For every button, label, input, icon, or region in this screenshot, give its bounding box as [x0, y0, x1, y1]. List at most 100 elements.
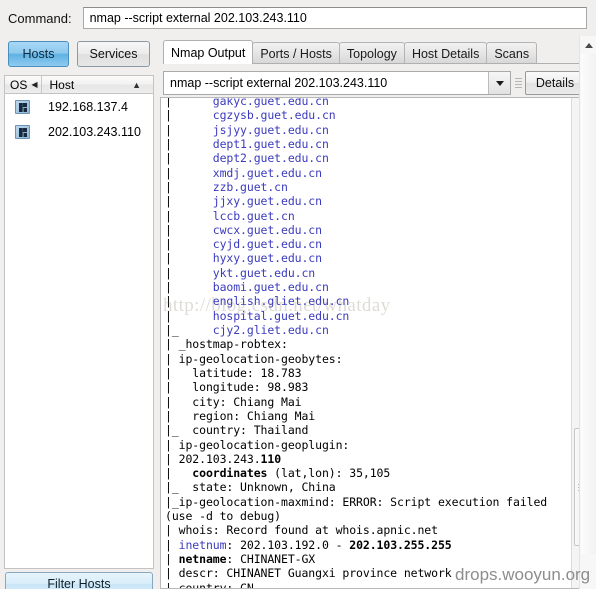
- console-segment: |: [165, 466, 193, 481]
- console-segment: | whois: Record found at whois.apnic.net: [165, 523, 438, 538]
- console-line: | dept2.guet.edu.cn: [165, 151, 574, 165]
- console-segment: netname: [178, 552, 227, 566]
- console-segment: |: [165, 108, 213, 123]
- console-line: | country: CN: [165, 580, 574, 589]
- column-header-host[interactable]: Host: [42, 78, 133, 92]
- console-segment: 110: [260, 451, 282, 466]
- console-segment: |: [165, 280, 213, 295]
- console-segment: | city: Chiang Mai: [165, 394, 302, 409]
- console-segment: xmdj.guet.edu.cn: [212, 165, 322, 180]
- console-segment: (use -d to debug): [165, 509, 282, 524]
- console-line: | gakyc.guet.edu.cn: [165, 98, 574, 108]
- command-label: Command:: [8, 10, 72, 26]
- console-segment: | ip-geolocation-geobytes:: [165, 351, 343, 366]
- console-line: | ip-geolocation-geoplugin:: [165, 438, 574, 452]
- console-segment: |_ country: Thailand: [165, 423, 309, 438]
- nmap-output-console[interactable]: | gakyc.guet.edu.cn | cgzysb.guet.edu.cn |…: [160, 97, 591, 589]
- filter-hosts-button[interactable]: Filter Hosts: [5, 572, 153, 589]
- console-segment: cwcx.guet.edu.cn: [212, 222, 322, 237]
- column-header-os[interactable]: OS: [5, 78, 27, 92]
- tab-ports-hosts[interactable]: Ports / Hosts: [252, 42, 340, 64]
- console-line: | latitude: 18.783: [165, 366, 574, 380]
- console-line: | jjxy.guet.edu.cn: [165, 194, 574, 208]
- console-line: | hospital.guet.edu.cn: [165, 309, 574, 323]
- tab-nmap-output[interactable]: Nmap Output: [163, 40, 254, 64]
- console-segment: |: [165, 294, 213, 309]
- console-line: | ykt.guet.edu.cn: [165, 266, 574, 280]
- console-segment: (lat,lon): 35,105: [267, 466, 391, 481]
- console-segment: jjxy.guet.edu.cn: [212, 194, 322, 209]
- console-segment: |: [165, 251, 213, 266]
- console-segment: english.gliet.edu.cn: [212, 294, 350, 309]
- console-line: | inetnum: 202.103.192.0 - 202.103.255.2…: [165, 538, 574, 552]
- host-list-item[interactable]: 202.103.243.110: [5, 119, 153, 144]
- tab-host-details[interactable]: Host Details: [403, 42, 488, 64]
- console-line: |_ state: Unknown, China: [165, 480, 574, 494]
- results-tab-strip: Nmap Output Ports / Hosts Topology Host Det…: [163, 40, 538, 64]
- console-line: | english.gliet.edu.cn: [165, 294, 574, 308]
- console-segment: inetnum: [178, 537, 227, 552]
- host-list-item[interactable]: 192.168.137.4: [5, 94, 153, 119]
- console-segment: |: [165, 537, 179, 552]
- console-segment: | latitude: 18.783: [165, 365, 302, 380]
- tab-topology[interactable]: Topology: [338, 42, 405, 64]
- console-text: | gakyc.guet.edu.cn | cgzysb.guet.edu.cn |…: [161, 98, 574, 589]
- console-line: | jsjyy.guet.edu.cn: [165, 123, 574, 137]
- chevron-down-icon[interactable]: [488, 72, 510, 94]
- console-segment: |_ip-geolocation-maxmind: ERROR: Script …: [165, 494, 548, 509]
- console-segment: jsjyy.guet.edu.cn: [212, 122, 329, 137]
- console-line: | cyjd.guet.edu.cn: [165, 237, 574, 251]
- hosts-panel: Hosts Services OS ◀ Host ▲ 192.168.137.4…: [0, 36, 158, 589]
- console-segment: cjy2.gliet.edu.cn: [212, 323, 329, 337]
- scan-command-value: nmap --script external 202.103.243.110: [170, 76, 388, 90]
- console-segment: hyxy.guet.edu.cn: [212, 251, 322, 266]
- scan-selector-row: nmap --script external 202.103.243.110 D…: [163, 70, 591, 96]
- console-segment: | ip-geolocation-geoplugin:: [165, 437, 350, 452]
- console-line: (use -d to debug): [165, 509, 574, 523]
- console-segment: dept1.guet.edu.cn: [212, 136, 329, 151]
- grip-icon[interactable]: [511, 71, 525, 95]
- hosts-tab-button[interactable]: Hosts: [8, 41, 69, 67]
- tab-scans[interactable]: Scans: [486, 42, 538, 64]
- console-segment: |: [165, 222, 213, 237]
- console-line: | cwcx.guet.edu.cn: [165, 223, 574, 237]
- scroll-up-arrow-icon[interactable]: [580, 38, 596, 52]
- console-line: | ip-geolocation-geobytes:: [165, 352, 574, 366]
- console-segment: coordinates: [192, 466, 268, 481]
- windows-icon: [15, 99, 30, 114]
- services-tab-button[interactable]: Services: [77, 41, 150, 67]
- host-list[interactable]: 192.168.137.4 202.103.243.110: [4, 94, 154, 569]
- console-line: | netname: CHINANET-GX: [165, 552, 574, 566]
- console-line: | xmdj.guet.edu.cn: [165, 166, 574, 180]
- console-line: | lccb.guet.cn: [165, 209, 574, 223]
- scan-command-combobox[interactable]: nmap --script external 202.103.243.110: [163, 71, 511, 95]
- command-input[interactable]: [82, 7, 587, 29]
- host-list-item-label: 202.103.243.110: [48, 124, 141, 139]
- console-segment: |: [165, 451, 179, 466]
- console-segment: |: [165, 265, 213, 280]
- console-segment: | descr: CHINANET Guangxi province netwo…: [165, 566, 452, 581]
- console-line: |_ cjy2.gliet.edu.cn: [165, 323, 574, 337]
- window-vertical-scrollbar[interactable]: [579, 36, 596, 589]
- console-line: | cgzysb.guet.edu.cn: [165, 108, 574, 122]
- chevron-left-icon: ◀: [31, 80, 38, 89]
- console-segment: : 202.103.192.0 -: [226, 537, 350, 552]
- console-line: | longitude: 98.983: [165, 380, 574, 394]
- console-segment: |: [165, 308, 213, 323]
- console-line: | coordinates (lat,lon): 35,105: [165, 466, 574, 480]
- console-line: |_ip-geolocation-maxmind: ERROR: Script …: [165, 495, 574, 509]
- window-scrollbar-track[interactable]: [581, 54, 596, 554]
- sort-ascending-icon: ▲: [132, 79, 141, 90]
- console-segment: zzb.guet.cn: [212, 179, 288, 194]
- console-segment: |: [165, 136, 213, 151]
- console-segment: |_: [165, 323, 213, 337]
- details-button[interactable]: Details: [525, 71, 585, 95]
- console-segment: lccb.guet.cn: [212, 208, 295, 223]
- windows-icon: [15, 124, 30, 139]
- console-line: | descr: CHINANET Guangxi province netwo…: [165, 566, 574, 580]
- hosts-services-toggle: Hosts Services: [8, 41, 150, 67]
- console-segment: | region: Chiang Mai: [165, 408, 316, 423]
- console-segment: baomi.guet.edu.cn: [212, 280, 329, 295]
- console-segment: | country: CN: [165, 580, 254, 589]
- scan-results-panel: Nmap Output Ports / Hosts Topology Host Det…: [158, 36, 596, 589]
